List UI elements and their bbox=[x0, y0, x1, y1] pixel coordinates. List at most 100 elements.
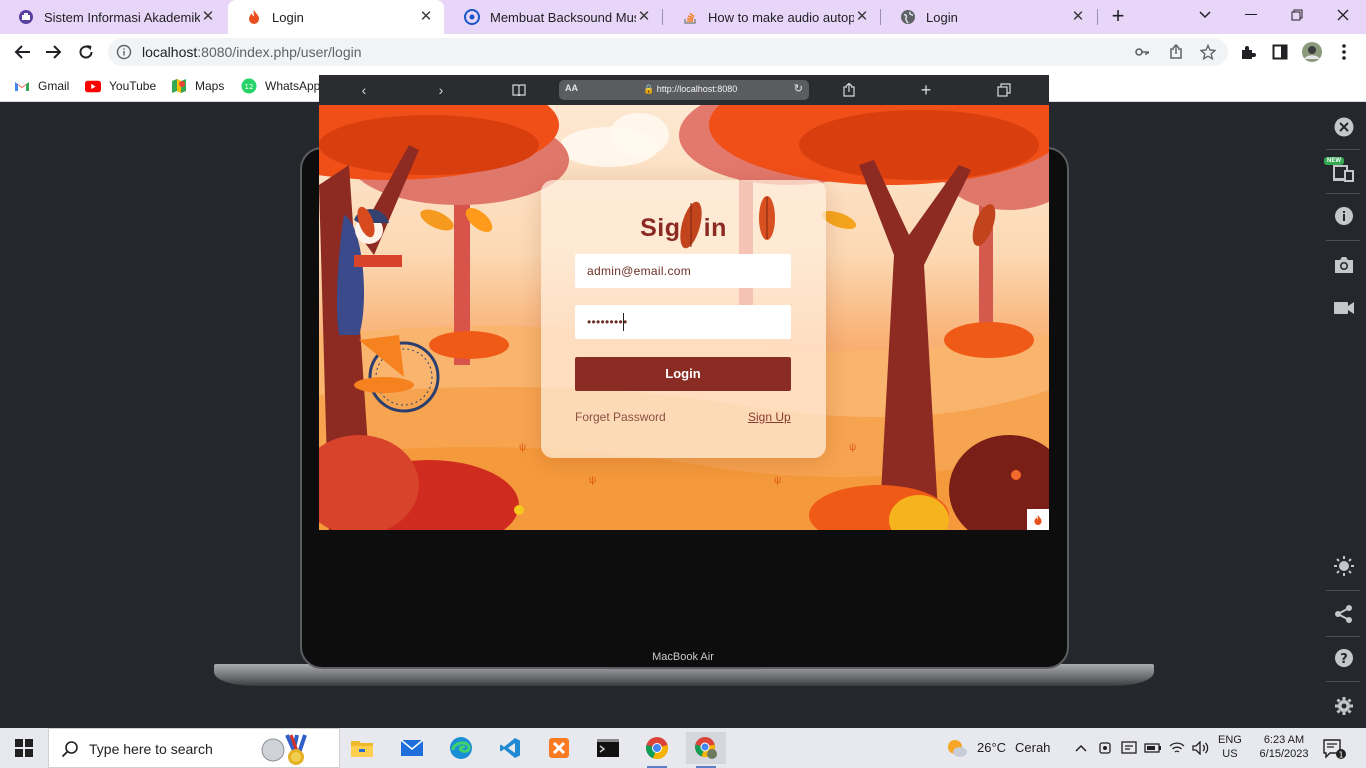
taskbar-search-box[interactable]: Type here to search bbox=[48, 728, 340, 768]
tab-title: Sistem Informasi Akademik bbox=[44, 9, 200, 25]
mail-icon[interactable] bbox=[392, 732, 432, 764]
bookmark-youtube[interactable]: YouTube bbox=[85, 76, 156, 96]
clock-date: 6/15/2023 bbox=[1259, 748, 1309, 760]
video-icon[interactable] bbox=[1332, 296, 1356, 320]
key-icon[interactable] bbox=[1132, 42, 1152, 62]
safari-back-icon[interactable]: ‹ bbox=[354, 80, 374, 100]
camera-icon[interactable] bbox=[1332, 253, 1356, 277]
strip-divider bbox=[1326, 149, 1360, 150]
chevron-up-icon[interactable] bbox=[1072, 739, 1090, 757]
devices-icon[interactable] bbox=[1332, 161, 1356, 185]
safari-toolbar: ‹ › AA 🔒 http://localhost:8080 ↻ + bbox=[319, 75, 1049, 105]
bookmark-label: YouTube bbox=[109, 79, 157, 93]
weather-sun-icon bbox=[946, 738, 968, 758]
tab-sistem-informasi[interactable]: Sistem Informasi Akademik ✕ bbox=[0, 0, 226, 34]
forward-button[interactable] bbox=[40, 38, 68, 66]
volume-icon[interactable] bbox=[1192, 739, 1210, 757]
windows-start-button[interactable] bbox=[8, 734, 40, 762]
share-icon[interactable] bbox=[1166, 42, 1186, 62]
tab-title: How to make audio autoplay bbox=[708, 9, 854, 25]
tab-audio-autoplay[interactable]: How to make audio autoplay ✕ bbox=[664, 0, 880, 34]
device-tray-icon[interactable] bbox=[1120, 739, 1138, 757]
strip-divider bbox=[1326, 681, 1360, 682]
share-icon[interactable] bbox=[1332, 602, 1356, 626]
bookmark-gmail[interactable]: Gmail bbox=[14, 76, 69, 96]
safari-reload-icon[interactable]: ↻ bbox=[794, 82, 803, 95]
battery-icon[interactable] bbox=[1144, 739, 1162, 757]
camera-tray-icon[interactable] bbox=[1096, 739, 1114, 757]
close-icon[interactable]: ✕ bbox=[1070, 9, 1086, 25]
login-button[interactable]: Login bbox=[575, 357, 791, 391]
close-window-button[interactable] bbox=[1320, 0, 1366, 30]
search-placeholder: Type here to search bbox=[89, 741, 213, 757]
svg-text:ψ: ψ bbox=[589, 475, 596, 486]
password-field[interactable] bbox=[575, 305, 791, 339]
weather-description[interactable]: Cerah bbox=[1015, 740, 1050, 755]
help-icon[interactable]: ? bbox=[1332, 646, 1356, 670]
url-path: :8080/index.php/user/login bbox=[197, 44, 362, 60]
safari-tabs-icon[interactable] bbox=[994, 80, 1014, 100]
url-text: localhost:8080/index.php/user/login bbox=[142, 44, 362, 60]
reading-list-icon[interactable] bbox=[509, 80, 529, 100]
close-icon[interactable]: ✕ bbox=[854, 9, 870, 25]
safari-share-icon[interactable] bbox=[839, 80, 859, 100]
tab-title: Membuat Backsound Musik D bbox=[490, 9, 636, 25]
strip-divider bbox=[1326, 193, 1360, 194]
tab-login-active[interactable]: Login ✕ bbox=[228, 0, 444, 34]
taskbar-clock[interactable]: 6:23 AM 6/15/2023 bbox=[1255, 733, 1313, 761]
side-panel-icon[interactable] bbox=[1268, 40, 1292, 64]
safari-forward-icon[interactable]: › bbox=[431, 80, 451, 100]
gmail-icon bbox=[14, 78, 30, 94]
bookmark-label: Maps bbox=[195, 79, 225, 93]
whatsapp-icon: 12 bbox=[241, 78, 257, 94]
tab-login-2[interactable]: Login ✕ bbox=[882, 0, 1096, 34]
profile-avatar[interactable] bbox=[1300, 40, 1324, 64]
new-tab-button[interactable]: + bbox=[1106, 5, 1130, 29]
close-icon[interactable]: ✕ bbox=[200, 9, 216, 25]
email-field[interactable] bbox=[575, 254, 791, 288]
sign-up-link[interactable]: Sign Up bbox=[748, 410, 791, 424]
edge-icon[interactable] bbox=[441, 732, 481, 764]
chrome-menu-icon[interactable] bbox=[1332, 40, 1356, 64]
vscode-icon[interactable] bbox=[490, 732, 530, 764]
back-button[interactable] bbox=[8, 38, 36, 66]
notification-center-icon[interactable]: 1 bbox=[1322, 738, 1346, 760]
bookmark-whatsapp[interactable]: 12 WhatsApp bbox=[241, 76, 320, 96]
close-emulator-icon[interactable] bbox=[1332, 115, 1356, 139]
fire-icon bbox=[1027, 509, 1049, 530]
close-icon[interactable]: ✕ bbox=[418, 9, 434, 25]
text-size-button[interactable]: AA bbox=[565, 83, 578, 93]
xampp-icon[interactable] bbox=[539, 732, 579, 764]
bookmark-star-icon[interactable] bbox=[1198, 42, 1218, 62]
tab-search-button[interactable] bbox=[1182, 0, 1228, 30]
wifi-icon[interactable] bbox=[1168, 739, 1186, 757]
bookmark-maps[interactable]: Maps bbox=[171, 76, 224, 96]
tab-membuat-backsound[interactable]: Membuat Backsound Musik D ✕ bbox=[446, 0, 662, 34]
extensions-icon[interactable] bbox=[1236, 40, 1260, 64]
settings-gear-icon[interactable] bbox=[1332, 694, 1356, 718]
info-icon[interactable] bbox=[1332, 204, 1356, 228]
language-indicator[interactable]: ENG US bbox=[1218, 733, 1242, 761]
close-icon[interactable]: ✕ bbox=[636, 9, 652, 25]
safari-new-tab-icon[interactable]: + bbox=[916, 80, 936, 100]
address-bar[interactable]: localhost:8080/index.php/user/login bbox=[108, 38, 1228, 66]
minimize-button[interactable] bbox=[1228, 0, 1274, 30]
restore-button[interactable] bbox=[1274, 0, 1320, 30]
terminal-icon[interactable] bbox=[588, 732, 628, 764]
globe-icon bbox=[900, 9, 916, 25]
svg-text:12: 12 bbox=[245, 83, 254, 91]
chrome-icon[interactable] bbox=[637, 732, 677, 768]
chrome-profile-icon[interactable] bbox=[686, 732, 726, 768]
safari-address-bar[interactable]: AA 🔒 http://localhost:8080 ↻ bbox=[559, 80, 809, 100]
forget-password-link[interactable]: Forget Password bbox=[575, 410, 666, 424]
brightness-icon[interactable] bbox=[1332, 554, 1356, 578]
reload-button[interactable] bbox=[72, 38, 100, 66]
tab-separator bbox=[880, 9, 881, 25]
windows-taskbar: Type here to search 26°C Cerah ENG US 6:… bbox=[0, 728, 1366, 768]
login-card: Sign in Login Forget Password Sign Up bbox=[541, 180, 826, 458]
weather-temperature[interactable]: 26°C bbox=[977, 740, 1006, 755]
web-icon bbox=[464, 9, 480, 25]
login-title: Sign in bbox=[640, 214, 727, 242]
file-explorer-icon[interactable] bbox=[342, 732, 382, 764]
info-icon[interactable] bbox=[116, 44, 132, 60]
